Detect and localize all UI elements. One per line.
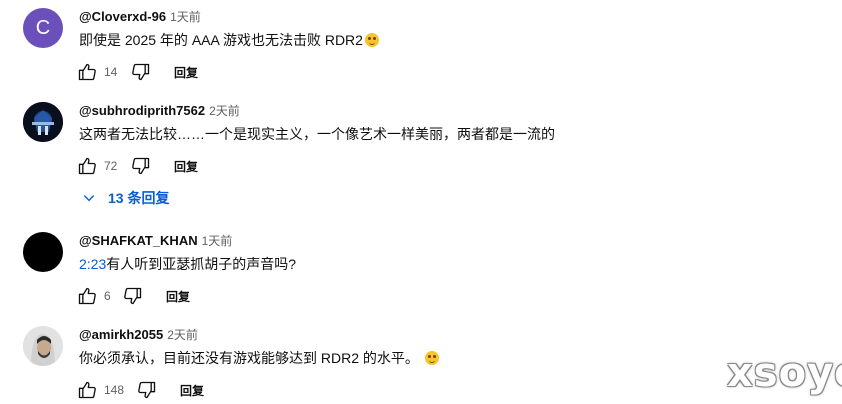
comment-time[interactable]: 1天前 — [202, 232, 233, 249]
author-name[interactable]: @amirkh2055 — [79, 327, 163, 342]
timestamp-link[interactable]: 2:23 — [79, 256, 106, 272]
like-icon[interactable] — [76, 155, 98, 177]
reply-button[interactable]: 回复 — [174, 158, 198, 175]
comment-text: 这两者无法比较……一个是现实主义，一个像艺术一样美丽，两者都是一流的 — [79, 124, 555, 144]
comment-1: C @Cloverxd-96 1天前 即使是 2025 年的 AAA 游戏也无法… — [0, 8, 842, 90]
comment-actions: 14 回复 — [76, 60, 198, 84]
view-replies-button[interactable]: 13 条回复 — [82, 188, 169, 208]
comment-time[interactable]: 2天前 — [167, 326, 198, 343]
dislike-icon[interactable] — [130, 155, 152, 177]
comment-header: @amirkh2055 2天前 — [79, 326, 198, 344]
comment-header: @subhrodiprith7562 2天前 — [79, 102, 240, 120]
comment-text: 你必须承认，目前还没有游戏能够达到 RDR2 的水平。 — [79, 348, 439, 368]
chevron-down-icon — [83, 195, 95, 202]
comment-4: @amirkh2055 2天前 你必须承认，目前还没有游戏能够达到 RDR2 的… — [0, 326, 842, 404]
author-name[interactable]: @SHAFKAT_KHAN — [79, 233, 198, 248]
dislike-icon[interactable] — [130, 61, 152, 83]
author-name[interactable]: @subhrodiprith7562 — [79, 103, 205, 118]
like-icon[interactable] — [76, 379, 98, 401]
like-icon[interactable] — [76, 61, 98, 83]
comment-time[interactable]: 2天前 — [209, 102, 240, 119]
like-count: 6 — [104, 289, 111, 303]
comment-2: @subhrodiprith7562 2天前 这两者无法比较……一个是现实主义，… — [0, 102, 842, 184]
comment-text: 即使是 2025 年的 AAA 游戏也无法击败 RDR2 — [79, 30, 379, 50]
comment-header: @SHAFKAT_KHAN 1天前 — [79, 232, 232, 250]
smiling-face-icon — [424, 351, 439, 365]
comment-time[interactable]: 1天前 — [170, 8, 201, 25]
avatar[interactable] — [23, 102, 63, 142]
comment-text: 2:23 有人听到亚瑟抓胡子的声音吗? — [79, 254, 296, 274]
like-icon[interactable] — [76, 285, 98, 307]
comment-body: 你必须承认，目前还没有游戏能够达到 RDR2 的水平。 — [79, 350, 419, 366]
comment-actions: 148 回复 — [76, 378, 204, 402]
comment-body: 有人听到亚瑟抓胡子的声音吗? — [106, 256, 297, 272]
avatar[interactable] — [23, 326, 63, 366]
comment-body: 即使是 2025 年的 AAA 游戏也无法击败 RDR2 — [79, 32, 363, 48]
avatar-letter: C — [35, 16, 51, 39]
reply-button[interactable]: 回复 — [180, 382, 204, 399]
like-count: 148 — [104, 383, 125, 397]
like-count: 14 — [104, 65, 118, 79]
avatar[interactable]: C — [23, 8, 63, 48]
dislike-icon[interactable] — [122, 285, 144, 307]
avatar[interactable] — [23, 232, 63, 272]
comment-header: @Cloverxd-96 1天前 — [79, 8, 201, 26]
replies-count-label: 13 条回复 — [108, 190, 170, 206]
author-name[interactable]: @Cloverxd-96 — [79, 9, 166, 24]
watermark: xsoyo — [727, 350, 842, 396]
comment-3: @SHAFKAT_KHAN 1天前 2:23 有人听到亚瑟抓胡子的声音吗? 6 … — [0, 232, 842, 314]
comment-actions: 6 回复 — [76, 284, 190, 308]
replies-row: 13 条回复 — [0, 188, 842, 208]
comment-actions: 72 回复 — [76, 154, 198, 178]
like-count: 72 — [104, 159, 118, 173]
grinning-face-icon — [364, 33, 379, 47]
comment-body: 这两者无法比较……一个是现实主义，一个像艺术一样美丽，两者都是一流的 — [79, 126, 555, 142]
reply-button[interactable]: 回复 — [174, 64, 198, 81]
dislike-icon[interactable] — [136, 379, 158, 401]
reply-button[interactable]: 回复 — [166, 288, 190, 305]
